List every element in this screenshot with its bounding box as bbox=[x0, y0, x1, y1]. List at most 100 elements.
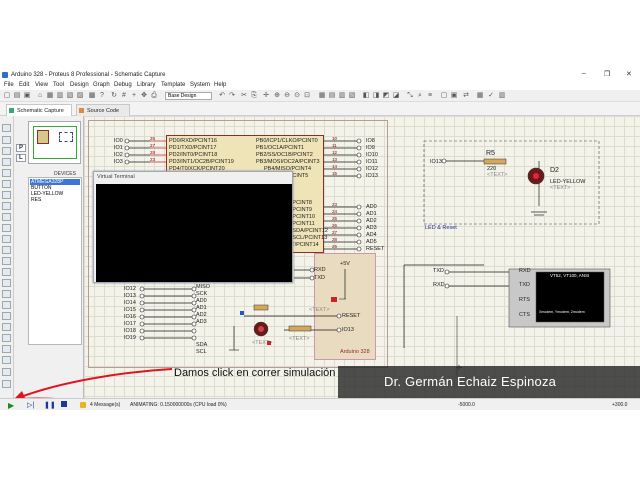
menu-library[interactable]: Library bbox=[137, 82, 155, 88]
netlist-icon[interactable]: ⇄ bbox=[462, 92, 470, 100]
library-button[interactable]: L bbox=[16, 154, 26, 162]
menu-template[interactable]: Template bbox=[161, 82, 185, 88]
box-icon[interactable] bbox=[2, 290, 11, 298]
source-icon[interactable]: ▩ bbox=[88, 92, 96, 100]
close-button[interactable]: ✕ bbox=[626, 70, 632, 78]
virtual-terminal-screen[interactable] bbox=[96, 184, 292, 282]
messages-count[interactable]: 4 Message(s) bbox=[90, 402, 120, 408]
gallery-icon[interactable]: ▧ bbox=[66, 92, 74, 100]
bom-icon[interactable]: ▨ bbox=[76, 92, 84, 100]
schematic-icon bbox=[9, 108, 14, 113]
menu-bar: File Edit View Tool Design Graph Debug L… bbox=[0, 81, 640, 90]
new-sheet-icon[interactable]: ▢ bbox=[440, 92, 448, 100]
tape-icon[interactable] bbox=[2, 235, 11, 243]
zoom-out-icon[interactable]: ⊖ bbox=[283, 92, 291, 100]
wire-label-icon[interactable] bbox=[2, 158, 11, 166]
new-file-icon[interactable]: ▢ bbox=[3, 92, 11, 100]
move-icon[interactable]: ✛ bbox=[262, 92, 270, 100]
play-icon[interactable]: ▶ bbox=[8, 401, 14, 410]
search-icon[interactable]: ⌕ bbox=[416, 92, 424, 100]
pick-device-icon[interactable]: ◧ bbox=[362, 92, 370, 100]
undo-icon[interactable]: ↶ bbox=[218, 92, 226, 100]
circle-icon[interactable] bbox=[2, 301, 11, 309]
tab-schematic-capture[interactable]: Schematic Capture bbox=[6, 104, 72, 116]
block-delete-icon[interactable]: ▧ bbox=[348, 92, 356, 100]
menu-file[interactable]: File bbox=[4, 82, 14, 88]
home-icon[interactable]: ⌂ bbox=[36, 92, 44, 100]
virtual-terminal-window[interactable]: Virtual Terminal bbox=[93, 171, 293, 283]
junction-icon[interactable] bbox=[2, 147, 11, 155]
generator-icon[interactable] bbox=[2, 246, 11, 254]
line-icon[interactable] bbox=[2, 279, 11, 287]
menu-help[interactable]: Help bbox=[214, 82, 226, 88]
resistor-ref: R5 bbox=[486, 150, 495, 157]
device-list[interactable]: ATMEGA328P BUTTON LED-YELLOW RES bbox=[28, 177, 82, 345]
origin-icon[interactable]: + bbox=[130, 92, 138, 100]
menu-tool[interactable]: Tool bbox=[53, 82, 64, 88]
zoom-all-icon[interactable]: ⊙ bbox=[293, 92, 301, 100]
cut-icon[interactable]: ✂ bbox=[240, 92, 248, 100]
step-icon[interactable]: ▷| bbox=[27, 401, 34, 409]
terminal-icon[interactable] bbox=[2, 202, 11, 210]
block-rotate-icon[interactable]: ▥ bbox=[338, 92, 346, 100]
pin-icon[interactable] bbox=[2, 213, 11, 221]
print-icon[interactable]: ⎙ bbox=[150, 92, 158, 100]
stop-icon[interactable] bbox=[61, 401, 67, 407]
property-icon[interactable]: ≡ bbox=[426, 92, 434, 100]
overview-led-group bbox=[59, 132, 73, 142]
pause-icon[interactable]: ❚❚ bbox=[44, 401, 56, 409]
text-script-icon[interactable] bbox=[2, 169, 11, 177]
copy-icon[interactable]: ⎘ bbox=[250, 92, 258, 100]
help-icon[interactable]: ? bbox=[98, 92, 106, 100]
path-icon[interactable] bbox=[2, 323, 11, 331]
symbol-icon[interactable] bbox=[2, 345, 11, 353]
redo-icon[interactable]: ↷ bbox=[228, 92, 236, 100]
delete-sheet-icon[interactable]: ▣ bbox=[450, 92, 458, 100]
animation-status: ANIMATING: 0.150000000s (CPU load 0%) bbox=[130, 402, 227, 408]
design-select[interactable]: Base Design bbox=[165, 92, 212, 100]
zoom-in-icon[interactable]: ⊕ bbox=[273, 92, 281, 100]
erc-icon[interactable]: ✓ bbox=[487, 92, 495, 100]
refresh-icon[interactable]: ↻ bbox=[110, 92, 118, 100]
subcircuit-icon[interactable] bbox=[2, 191, 11, 199]
device-item[interactable]: RES bbox=[30, 197, 42, 203]
graph-icon[interactable] bbox=[2, 224, 11, 232]
pan-icon[interactable]: ✥ bbox=[140, 92, 148, 100]
menu-system[interactable]: System bbox=[190, 82, 210, 88]
menu-graph[interactable]: Graph bbox=[93, 82, 110, 88]
wire-autoroute-icon[interactable]: ⤡ bbox=[406, 92, 414, 100]
text-placeholder: <TEXT> bbox=[550, 185, 571, 191]
maximize-button[interactable]: ❐ bbox=[604, 70, 610, 78]
menu-debug[interactable]: Debug bbox=[114, 82, 132, 88]
zoom-area-icon[interactable]: ⊡ bbox=[303, 92, 311, 100]
pick-devices-button[interactable]: P bbox=[16, 144, 27, 152]
package-icon[interactable]: ◩ bbox=[382, 92, 390, 100]
tab-source-code[interactable]: Source Code bbox=[76, 104, 130, 116]
overview-chip bbox=[37, 130, 49, 144]
grid-icon[interactable]: # bbox=[120, 92, 128, 100]
block-copy-icon[interactable]: ▦ bbox=[318, 92, 326, 100]
arc-icon[interactable] bbox=[2, 312, 11, 320]
probe-icon[interactable] bbox=[2, 257, 11, 265]
selection-mode-icon[interactable] bbox=[2, 124, 11, 132]
save-icon[interactable]: ▣ bbox=[23, 92, 31, 100]
make-device-icon[interactable]: ◨ bbox=[372, 92, 380, 100]
terminal-pin-label: TXD bbox=[519, 282, 530, 288]
block-move-icon[interactable]: ▤ bbox=[328, 92, 336, 100]
decompose-icon[interactable]: ◪ bbox=[392, 92, 400, 100]
menu-design[interactable]: Design bbox=[70, 82, 89, 88]
pcb-layout-icon[interactable]: ▥ bbox=[498, 92, 506, 100]
pcb-icon[interactable]: ▥ bbox=[56, 92, 64, 100]
instrument-icon[interactable] bbox=[2, 268, 11, 276]
open-file-icon[interactable]: ▤ bbox=[13, 92, 21, 100]
bus-icon[interactable] bbox=[2, 180, 11, 188]
menu-edit[interactable]: Edit bbox=[19, 82, 29, 88]
minimize-button[interactable]: – bbox=[582, 70, 586, 77]
menu-view[interactable]: View bbox=[35, 82, 48, 88]
coord-y: +300.0 bbox=[612, 402, 628, 408]
component-mode-icon[interactable] bbox=[2, 136, 11, 144]
bom-report-icon[interactable]: ▦ bbox=[476, 92, 484, 100]
overview-window[interactable] bbox=[28, 121, 81, 164]
schematic-icon[interactable]: ▦ bbox=[46, 92, 54, 100]
text-icon[interactable] bbox=[2, 334, 11, 342]
